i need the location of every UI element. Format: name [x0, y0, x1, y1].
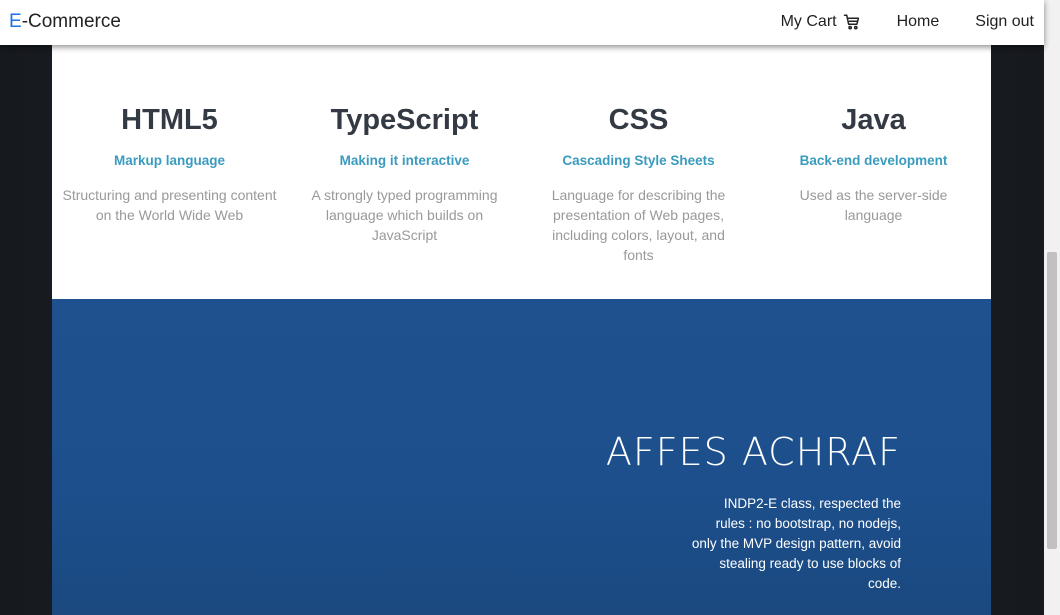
navbar: E-Commerce My Cart Home Sign out — [0, 0, 1044, 45]
shopping-cart-icon — [843, 14, 859, 30]
feature-subtitle: Cascading Style Sheets — [562, 153, 715, 168]
hero-description: INDP2-E class, respected the rules : no … — [691, 495, 901, 591]
my-cart-label: My Cart — [780, 13, 837, 30]
brand-accent: E — [9, 11, 22, 32]
features-section: HTML5 Markup language Structuring and pr… — [52, 45, 991, 299]
feature-description: Language for describing the presentation… — [551, 187, 726, 263]
hero-section: AFFES ACHRAF INDP2-E class, respected th… — [52, 299, 991, 615]
feature-description: Used as the server-side language — [799, 187, 948, 223]
feature-subtitle: Making it interactive — [339, 153, 470, 168]
scrollbar-thumb[interactable] — [1047, 252, 1057, 549]
brand-text: -Commerce — [21, 11, 121, 32]
feature-card-java: Java Back-end development Used as the se… — [761, 100, 986, 225]
feature-title: HTML5 — [121, 104, 218, 136]
feature-description: Structuring and presenting content on th… — [62, 187, 277, 223]
my-cart-link[interactable]: My Cart — [781, 13, 861, 31]
feature-title: Java — [841, 104, 906, 136]
nav-links: My Cart Home Sign out — [745, 13, 1034, 31]
feature-subtitle: Markup language — [113, 153, 226, 168]
hero-name: AFFES ACHRAF — [605, 430, 901, 475]
feature-title: TypeScript — [330, 104, 479, 136]
sign-out-link[interactable]: Sign out — [975, 13, 1034, 31]
feature-title: CSS — [608, 104, 669, 136]
feature-description: A strongly typed programming language wh… — [311, 187, 498, 243]
feature-card-html5: HTML5 Markup language Structuring and pr… — [57, 100, 282, 225]
feature-card-typescript: TypeScript Making it interactive A stron… — [292, 100, 517, 245]
vertical-scrollbar[interactable] — [1044, 0, 1060, 615]
brand-logo[interactable]: E-Commerce — [9, 11, 121, 33]
home-link[interactable]: Home — [897, 13, 940, 31]
feature-card-css: CSS Cascading Style Sheets Language for … — [526, 100, 751, 265]
feature-subtitle: Back-end development — [799, 153, 948, 168]
